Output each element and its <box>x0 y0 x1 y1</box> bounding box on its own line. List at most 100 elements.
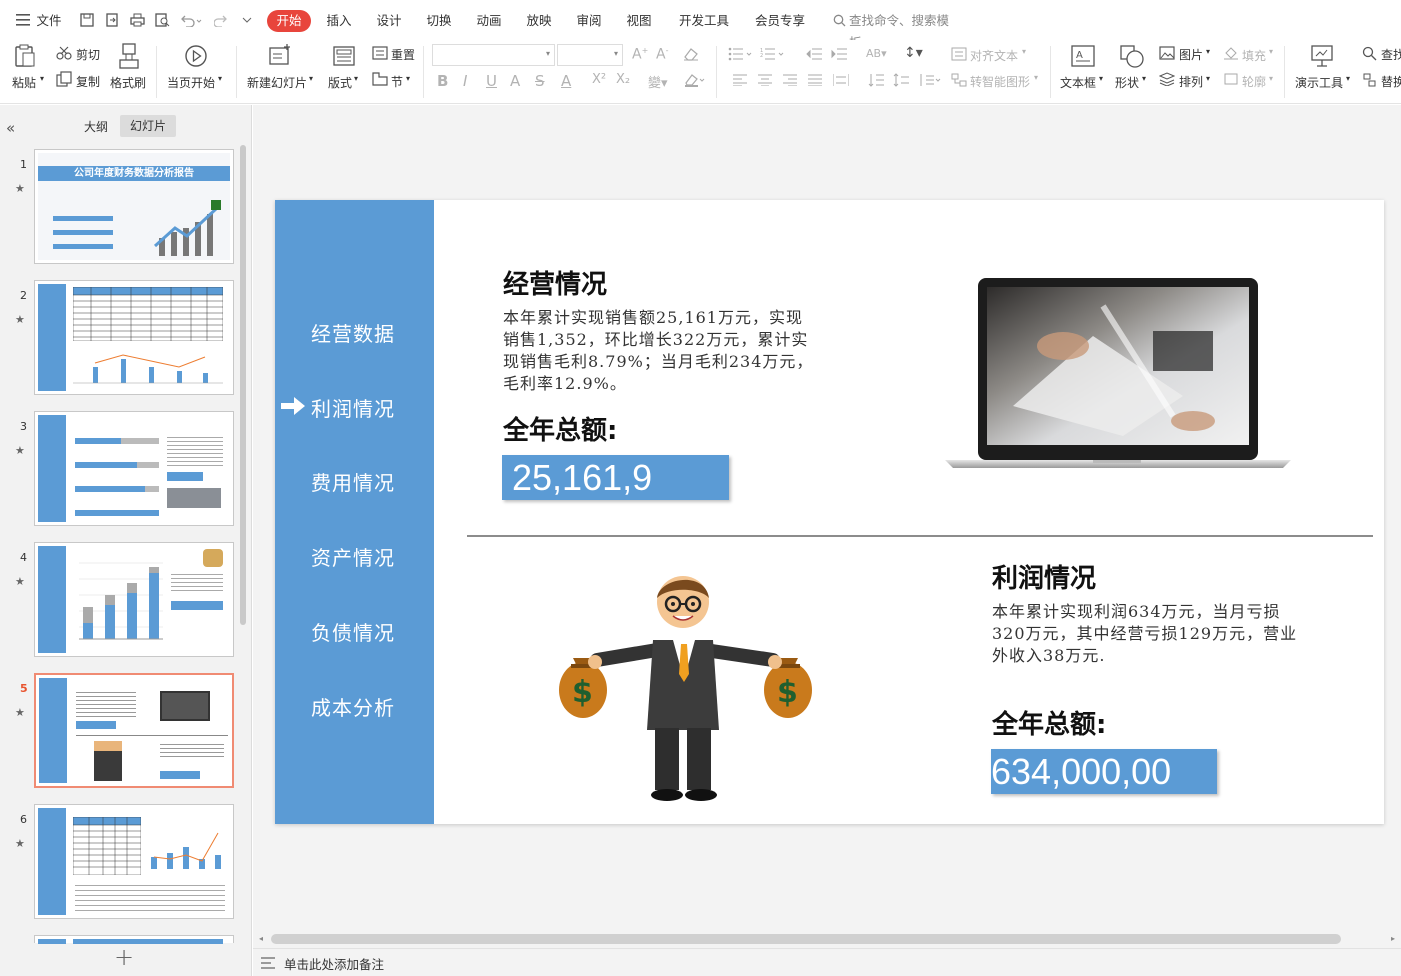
scroll-left-arrow-icon[interactable]: ◂ <box>259 934 263 943</box>
paste-button[interactable]: 粘贴 <box>12 74 36 91</box>
fill-button[interactable]: 填充 <box>1242 47 1266 64</box>
tab-review[interactable]: 审阅 <box>574 10 604 32</box>
export-icon[interactable] <box>105 13 119 27</box>
format-painter-button[interactable]: 格式刷 <box>110 74 146 91</box>
paste-dropdown-icon[interactable]: ▾ <box>40 74 44 83</box>
change-case-icon[interactable]: AB▾ <box>866 47 887 60</box>
textbox-button[interactable]: 文本框 <box>1060 74 1096 91</box>
arrange-button[interactable]: 排列 <box>1179 73 1203 90</box>
collapse-panel-icon[interactable]: « <box>6 119 15 137</box>
tab-design[interactable]: 设计 <box>374 10 404 32</box>
pinyin-icon[interactable]: 變▾ <box>648 72 668 91</box>
smartart-dropdown-icon[interactable]: ▾ <box>1034 73 1038 82</box>
add-slide-button[interactable]: + <box>114 943 134 971</box>
arrange-dropdown-icon[interactable]: ▾ <box>1206 74 1210 83</box>
slide-thumbnail-3[interactable] <box>34 411 234 526</box>
line-spacing-icon[interactable]: ↕▾ <box>904 45 923 61</box>
font-size-select[interactable]: ▾ <box>557 44 623 66</box>
column-icon[interactable] <box>918 73 942 87</box>
strikethrough-button[interactable]: S <box>535 72 545 90</box>
superscript-button[interactable]: X² <box>592 72 606 87</box>
tab-slides[interactable]: 幻灯片 <box>120 115 176 137</box>
font-family-select[interactable]: ▾ <box>432 44 555 66</box>
italic-button[interactable]: I <box>463 72 467 90</box>
justify-icon[interactable] <box>808 74 822 86</box>
search-command-input[interactable]: 查找命令、搜索模板 <box>849 10 961 50</box>
save-icon[interactable] <box>80 13 94 27</box>
slide-thumbnail-5[interactable] <box>34 673 234 788</box>
tab-insert[interactable]: 插入 <box>324 10 354 32</box>
copy-button[interactable]: 复制 <box>76 73 100 90</box>
new-slide-dropdown-icon[interactable]: ▾ <box>309 74 313 83</box>
slide-5[interactable]: 经营数据 利润情况 费用情况 资产情况 负债情况 成本分析 经营情况 本年累计实… <box>275 200 1384 824</box>
add-notes-placeholder[interactable]: 单击此处添加备注 <box>284 954 384 973</box>
layout-button[interactable]: 版式 <box>328 74 352 91</box>
increase-font-icon[interactable]: A+ <box>632 46 648 63</box>
new-slide-button[interactable]: 新建幻灯片 <box>247 74 307 91</box>
bullet-list-icon[interactable] <box>728 47 754 61</box>
tab-slideshow[interactable]: 放映 <box>524 10 554 32</box>
shape-dropdown-icon[interactable]: ▾ <box>1142 74 1146 83</box>
increase-indent-icon[interactable] <box>831 47 847 61</box>
textbox-dropdown-icon[interactable]: ▾ <box>1099 74 1103 83</box>
text-direction-icon[interactable] <box>868 73 884 87</box>
presentation-tool-button[interactable]: 演示工具 <box>1295 74 1343 91</box>
tab-transition[interactable]: 切换 <box>424 10 454 32</box>
distribute-icon[interactable] <box>833 74 849 86</box>
picture-button[interactable]: 图片 <box>1179 46 1203 63</box>
file-menu[interactable]: 文件 <box>34 10 64 32</box>
section-dropdown-icon[interactable]: ▾ <box>406 74 410 83</box>
subscript-button[interactable]: X₂ <box>616 72 630 87</box>
scroll-right-arrow-icon[interactable]: ▸ <box>1391 934 1395 943</box>
align-right-icon[interactable] <box>783 74 797 86</box>
outline-button[interactable]: 轮廓 <box>1242 73 1266 90</box>
align-center-icon[interactable] <box>758 74 772 86</box>
numbered-list-icon[interactable]: 12 <box>760 47 786 61</box>
scroll-thumb[interactable] <box>271 934 1341 944</box>
outline-dropdown-icon[interactable]: ▾ <box>1269 74 1273 83</box>
quick-access-dropdown-icon[interactable] <box>242 16 252 24</box>
cut-button[interactable]: 剪切 <box>76 46 100 63</box>
clear-format-icon[interactable] <box>683 47 699 61</box>
tab-developer[interactable]: 开发工具 <box>676 10 732 32</box>
tab-home[interactable]: 开始 <box>267 10 311 32</box>
find-button[interactable]: 查找 <box>1381 46 1401 63</box>
align-text-button[interactable]: 对齐文本 <box>970 47 1018 64</box>
tab-member[interactable]: 会员专享 <box>752 10 808 32</box>
bold-button[interactable]: B <box>437 72 448 90</box>
underline-button[interactable]: U <box>486 72 497 90</box>
paragraph-spacing-icon[interactable] <box>893 73 909 87</box>
paste-icon[interactable] <box>14 44 36 68</box>
slide-thumbnail-7[interactable] <box>34 935 234 944</box>
redo-icon[interactable] <box>214 13 228 27</box>
picture-dropdown-icon[interactable]: ▾ <box>1206 47 1210 56</box>
slide-thumbnail-1[interactable]: 公司年度财务数据分析报告 <box>34 149 234 264</box>
reset-button[interactable]: 重置 <box>391 46 415 63</box>
tab-animation[interactable]: 动画 <box>474 10 504 32</box>
highlight-icon[interactable] <box>684 73 706 87</box>
layout-dropdown-icon[interactable]: ▾ <box>354 74 358 83</box>
decrease-font-icon[interactable]: A- <box>656 46 668 63</box>
tab-outline[interactable]: 大纲 <box>84 118 108 135</box>
presentation-tool-dropdown-icon[interactable]: ▾ <box>1346 74 1350 83</box>
preview-icon[interactable] <box>155 13 170 27</box>
from-current-button[interactable]: 当页开始 <box>167 74 215 91</box>
smartart-button[interactable]: 转智能图形 <box>970 73 1030 90</box>
fill-dropdown-icon[interactable]: ▾ <box>1269 47 1273 56</box>
align-text-dropdown-icon[interactable]: ▾ <box>1022 47 1026 56</box>
from-current-dropdown-icon[interactable]: ▾ <box>218 74 222 83</box>
notes-bar[interactable]: 单击此处添加备注 <box>253 948 1401 976</box>
slide-thumbnail-2[interactable] <box>34 280 234 395</box>
decrease-indent-icon[interactable] <box>806 47 822 61</box>
slide-thumbnail-4[interactable] <box>34 542 234 657</box>
thumbnail-scrollbar[interactable] <box>240 145 246 625</box>
tab-view[interactable]: 视图 <box>624 10 654 32</box>
shadow-button[interactable]: A <box>510 72 520 90</box>
horizontal-scrollbar[interactable]: ◂ ▸ <box>253 931 1401 948</box>
slide-thumbnail-6[interactable] <box>34 804 234 919</box>
menu-icon[interactable] <box>16 14 30 26</box>
print-icon[interactable] <box>130 13 145 27</box>
align-left-icon[interactable] <box>733 74 747 86</box>
shape-button[interactable]: 形状 <box>1115 74 1139 91</box>
font-color-button[interactable]: A <box>561 72 571 90</box>
